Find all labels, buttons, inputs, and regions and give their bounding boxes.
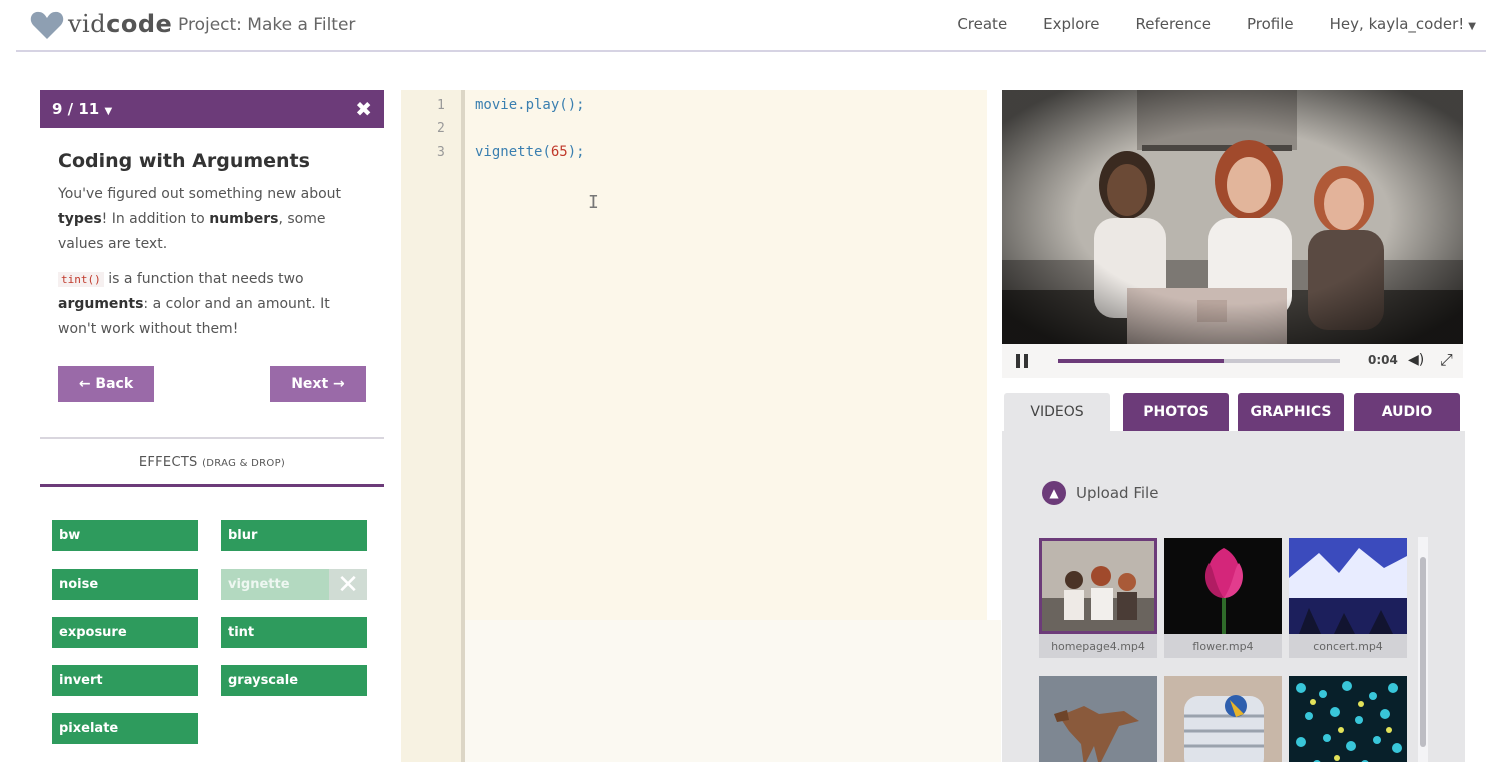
- logo-light-text: vid: [68, 10, 107, 38]
- lesson-text: is a function that needs two: [103, 271, 304, 287]
- fullscreen-icon[interactable]: ⤢: [1440, 350, 1453, 370]
- top-nav-bar: vidcode Project: Make a Filter Create Ex…: [16, 0, 1486, 52]
- tab-videos[interactable]: VIDEOS: [1004, 393, 1110, 431]
- effects-hint: (DRAG & DROP): [202, 458, 286, 469]
- close-icon[interactable]: ✕: [329, 569, 367, 600]
- media-thumbnail-concert[interactable]: concert.mp4: [1289, 538, 1407, 658]
- media-thumbnail-dinosaur[interactable]: [1039, 676, 1157, 762]
- media-thumbnail-person[interactable]: [1164, 676, 1282, 762]
- video-thumbnail-image: [1039, 538, 1157, 634]
- code-function: movie.play: [475, 97, 560, 113]
- effect-exposure[interactable]: exposure: [52, 617, 198, 648]
- volume-icon[interactable]: ◀︎): [1408, 352, 1424, 368]
- lesson-title: Coding with Arguments: [58, 150, 310, 172]
- text-cursor-icon: I: [588, 192, 599, 213]
- video-thumbnail-image: [1289, 538, 1407, 634]
- caret-down-icon: ▼: [1468, 21, 1476, 32]
- video-frame-image: [1002, 90, 1463, 344]
- video-preview[interactable]: [1002, 90, 1463, 344]
- effect-blur[interactable]: blur: [221, 520, 367, 551]
- user-menu[interactable]: Hey, kayla_coder! ▼: [1330, 15, 1476, 33]
- media-tabs: VIDEOS PHOTOS GRAPHICS AUDIO: [1004, 393, 1464, 431]
- media-library-panel: ▲ Upload File homepage4.mp4 flower.mp4 c…: [1002, 431, 1465, 762]
- effect-bw[interactable]: bw: [52, 520, 198, 551]
- effect-vignette[interactable]: vignette ✕: [221, 569, 367, 600]
- editor-background: [401, 620, 1001, 762]
- code-function: vignette: [475, 144, 543, 160]
- divider: [40, 437, 384, 439]
- line-gutter: 1 2 3: [401, 90, 465, 762]
- progress-fill: [1058, 359, 1225, 363]
- video-controls: 0:04 ◀︎) ⤢: [1002, 344, 1463, 378]
- effect-tint[interactable]: tint: [221, 617, 367, 648]
- nav-reference[interactable]: Reference: [1135, 15, 1211, 33]
- vidcode-logo[interactable]: vidcode: [68, 10, 172, 38]
- effect-noise[interactable]: noise: [52, 569, 198, 600]
- code-punctuation: ();: [559, 97, 585, 113]
- code-editor[interactable]: 1 2 3 movie.play(); vignette(65); I: [401, 90, 987, 762]
- back-button[interactable]: ← Back: [58, 366, 154, 402]
- chevron-up-icon: ▲: [1042, 481, 1066, 505]
- nav-explore[interactable]: Explore: [1043, 15, 1099, 33]
- thumbnail-caption: concert.mp4: [1289, 634, 1407, 658]
- video-thumbnail-image: [1164, 676, 1282, 762]
- pause-icon[interactable]: [1016, 354, 1028, 368]
- upload-label: Upload File: [1076, 484, 1159, 502]
- video-thumbnail-image: [1164, 538, 1282, 634]
- video-thumbnail-image: [1039, 676, 1157, 762]
- main-nav: Create Explore Reference Profile Hey, ka…: [957, 15, 1476, 33]
- lesson-bold-types: types: [58, 211, 102, 227]
- lesson-bold-arguments: arguments: [58, 296, 144, 312]
- thumbnail-caption: flower.mp4: [1164, 634, 1282, 658]
- step-counter: 9 / 11: [52, 100, 100, 118]
- upload-file-button[interactable]: ▲ Upload File: [1042, 481, 1158, 505]
- step-dropdown[interactable]: 9 / 11 ▼: [52, 100, 112, 118]
- time-display: 0:04: [1368, 353, 1398, 367]
- tab-photos[interactable]: PHOTOS: [1123, 393, 1229, 431]
- code-number: 65: [550, 144, 568, 160]
- lesson-nav-buttons: ← Back Next →: [40, 366, 384, 406]
- caret-down-icon: ▼: [104, 106, 113, 117]
- effect-grayscale[interactable]: grayscale: [221, 665, 367, 696]
- code-line-1[interactable]: movie.play();: [475, 97, 585, 113]
- line-number: 1: [437, 98, 445, 113]
- effect-pixelate[interactable]: pixelate: [52, 713, 198, 744]
- inline-code-tint: tint(): [58, 272, 104, 287]
- heart-logo-icon[interactable]: [30, 10, 64, 40]
- thumbnail-caption: homepage4.mp4: [1039, 634, 1157, 658]
- divider: [40, 484, 384, 487]
- progress-track[interactable]: [1058, 359, 1340, 363]
- lesson-paragraph-1: You've figured out something new about t…: [58, 182, 366, 257]
- lesson-text: ! In addition to: [101, 211, 210, 227]
- user-greeting: Hey, kayla_coder!: [1329, 15, 1465, 33]
- media-thumbnail-flower[interactable]: flower.mp4: [1164, 538, 1282, 658]
- scrollbar-thumb[interactable]: [1420, 557, 1426, 747]
- effect-vignette-label: vignette: [228, 577, 290, 592]
- lesson-paragraph-2: tint() is a function that needs two argu…: [58, 267, 366, 342]
- effects-heading: EFFECTS (DRAG & DROP): [40, 455, 384, 470]
- line-number: 2: [437, 121, 445, 136]
- media-thumbnail-homepage4[interactable]: homepage4.mp4: [1039, 538, 1157, 658]
- line-number: 3: [437, 145, 445, 160]
- tab-audio[interactable]: AUDIO: [1354, 393, 1460, 431]
- next-button[interactable]: Next →: [270, 366, 366, 402]
- close-icon[interactable]: ✖: [355, 97, 372, 121]
- code-line-3[interactable]: vignette(65);: [475, 144, 585, 160]
- lesson-bold-numbers: numbers: [209, 211, 279, 227]
- media-scrollbar[interactable]: [1418, 537, 1428, 762]
- project-title: Project: Make a Filter: [178, 15, 356, 35]
- media-thumbnail-lights[interactable]: [1289, 676, 1407, 762]
- tab-graphics[interactable]: GRAPHICS: [1238, 393, 1344, 431]
- effects-title: EFFECTS: [138, 455, 198, 470]
- lesson-panel: 9 / 11 ▼ ✖ Coding with Arguments You've …: [40, 90, 384, 487]
- code-punctuation: );: [567, 144, 585, 160]
- effect-invert[interactable]: invert: [52, 665, 198, 696]
- video-thumbnail-image: [1289, 676, 1407, 762]
- nav-profile[interactable]: Profile: [1247, 15, 1294, 33]
- nav-create[interactable]: Create: [957, 15, 1007, 33]
- lesson-text: You've figured out something new about: [58, 186, 342, 202]
- logo-bold-text: code: [106, 10, 173, 38]
- lesson-header: 9 / 11 ▼ ✖: [40, 90, 384, 128]
